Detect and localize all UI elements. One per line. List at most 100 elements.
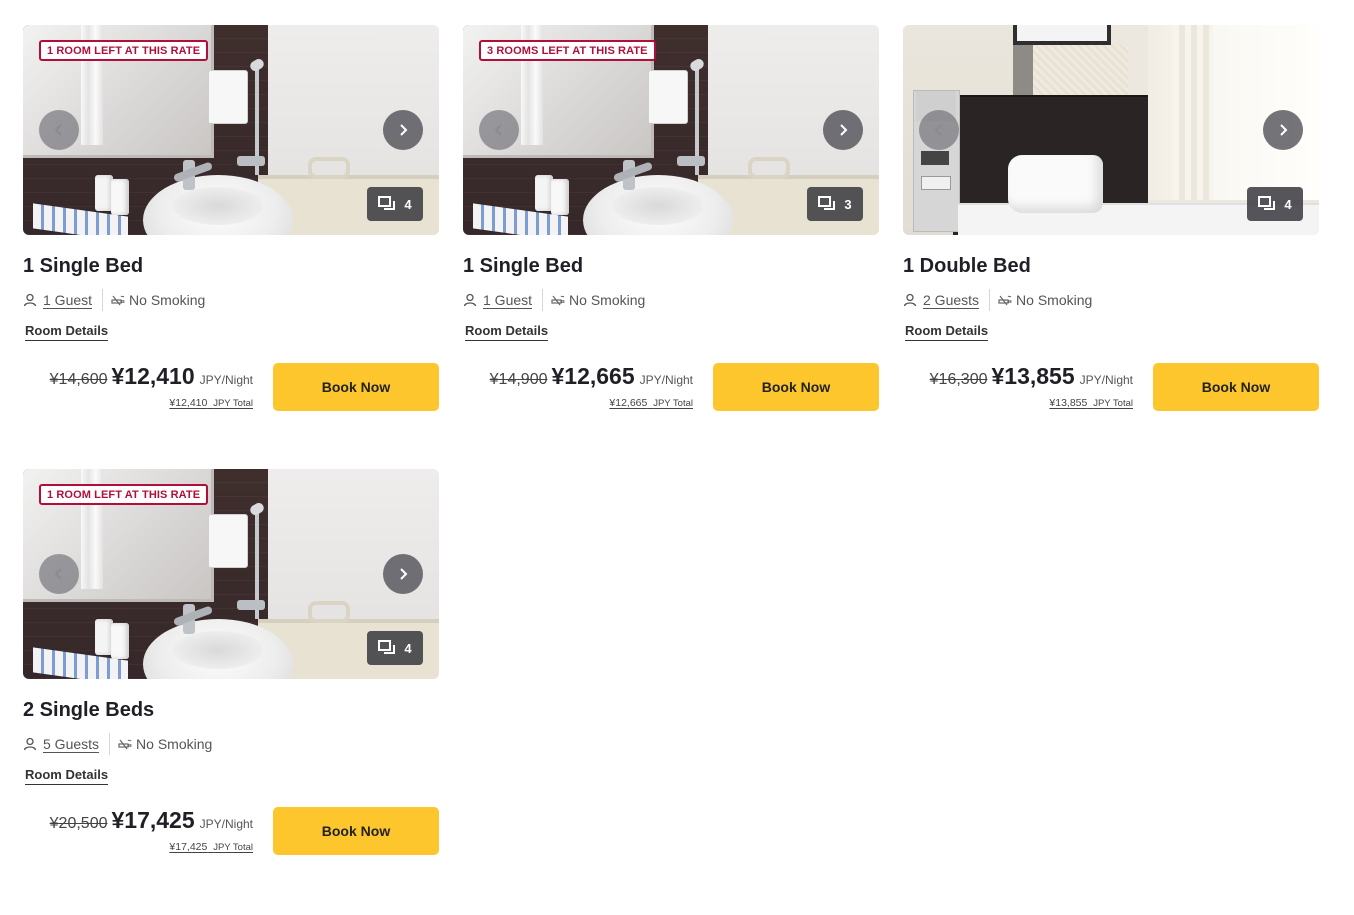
photo-gallery-icon <box>378 196 396 210</box>
chevron-right-icon <box>400 124 408 136</box>
room-photo[interactable]: 4 <box>903 25 1319 235</box>
book-now-button[interactable]: Book Now <box>1153 363 1319 411</box>
price-row: ¥16,300 ¥13,855 JPY/Night ¥13,855 JPY To… <box>903 363 1319 413</box>
chevron-left-icon <box>54 568 62 580</box>
room-card: 1 ROOM LEFT AT THIS RATE 4 1 Single Bed … <box>23 25 439 413</box>
photo-count-button[interactable]: 4 <box>367 187 423 221</box>
room-card: 4 1 Double Bed 2 Guests No Smoking Room … <box>903 25 1319 413</box>
chevron-right-icon <box>1280 124 1288 136</box>
current-price: ¥17,425 <box>111 807 195 833</box>
original-price: ¥16,300 <box>929 371 988 388</box>
next-photo-button[interactable] <box>383 110 423 150</box>
photo-gallery-icon <box>1258 196 1276 210</box>
price-box: ¥16,300 ¥13,855 JPY/Night ¥13,855 JPY To… <box>930 363 1133 409</box>
room-details-link[interactable]: Room Details <box>905 323 989 341</box>
price-unit: JPY/Night <box>1079 373 1133 387</box>
room-photo[interactable]: 1 ROOM LEFT AT THIS RATE 4 <box>23 25 439 235</box>
total-price-link[interactable]: ¥13,855 JPY Total <box>930 397 1133 409</box>
meta-divider <box>989 289 991 311</box>
total-amount: ¥12,665 <box>609 397 648 409</box>
chevron-left-icon <box>494 124 502 136</box>
person-icon <box>23 293 37 307</box>
smoking-policy: No Smoking <box>136 736 213 752</box>
no-smoking-icon <box>111 295 125 306</box>
next-photo-button[interactable] <box>383 554 423 594</box>
meta-divider <box>542 289 544 311</box>
chevron-left-icon <box>934 124 942 136</box>
room-title: 1 Single Bed <box>463 255 584 277</box>
total-label: JPY Total <box>213 398 253 409</box>
guest-count-link[interactable]: 2 Guests <box>923 292 979 308</box>
photo-count-button[interactable]: 4 <box>1247 187 1303 221</box>
room-meta: 1 Guest No Smoking <box>23 289 439 311</box>
total-price-link[interactable]: ¥12,665 JPY Total <box>490 397 693 409</box>
total-amount: ¥12,410 <box>169 397 208 409</box>
previous-photo-button[interactable] <box>919 110 959 150</box>
chevron-right-icon <box>400 568 408 580</box>
room-meta: 1 Guest No Smoking <box>463 289 879 311</box>
price-unit: JPY/Night <box>639 373 693 387</box>
current-price: ¥12,410 <box>111 363 195 389</box>
photo-count-button[interactable]: 3 <box>807 187 863 221</box>
total-price-link[interactable]: ¥12,410 JPY Total <box>50 397 253 409</box>
room-photo[interactable]: 3 ROOMS LEFT AT THIS RATE 3 <box>463 25 879 235</box>
price-unit: JPY/Night <box>199 373 253 387</box>
price-box: ¥20,500 ¥17,425 JPY/Night ¥17,425 JPY To… <box>50 807 253 853</box>
photo-count: 4 <box>1284 196 1292 212</box>
guest-count-link[interactable]: 5 Guests <box>43 736 99 752</box>
smoking-policy: No Smoking <box>569 292 646 308</box>
price-row: ¥14,600 ¥12,410 JPY/Night ¥12,410 JPY To… <box>23 363 439 413</box>
price-box: ¥14,600 ¥12,410 JPY/Night ¥12,410 JPY To… <box>50 363 253 409</box>
room-photo[interactable]: 1 ROOM LEFT AT THIS RATE 4 <box>23 469 439 679</box>
original-price: ¥20,500 <box>49 815 108 832</box>
price-row: ¥14,900 ¥12,665 JPY/Night ¥12,665 JPY To… <box>463 363 879 413</box>
price-box: ¥14,900 ¥12,665 JPY/Night ¥12,665 JPY To… <box>490 363 693 409</box>
photo-gallery-icon <box>818 196 836 210</box>
room-details-link[interactable]: Room Details <box>25 767 109 785</box>
book-now-button[interactable]: Book Now <box>273 807 439 855</box>
room-details-link[interactable]: Room Details <box>25 323 109 341</box>
previous-photo-button[interactable] <box>479 110 519 150</box>
book-now-button[interactable]: Book Now <box>273 363 439 411</box>
person-icon <box>23 737 37 751</box>
total-label: JPY Total <box>1093 398 1133 409</box>
price-row: ¥20,500 ¥17,425 JPY/Night ¥17,425 JPY To… <box>23 807 439 857</box>
photo-gallery-icon <box>378 640 396 654</box>
smoking-policy: No Smoking <box>129 292 206 308</box>
original-price: ¥14,900 <box>489 371 548 388</box>
guest-count-link[interactable]: 1 Guest <box>43 292 92 308</box>
no-smoking-icon <box>998 295 1012 306</box>
meta-divider <box>109 733 111 755</box>
room-card: 3 ROOMS LEFT AT THIS RATE 3 1 Single Bed… <box>463 25 879 413</box>
availability-badge: 1 ROOM LEFT AT THIS RATE <box>39 484 209 505</box>
no-smoking-icon <box>118 739 132 750</box>
availability-badge: 3 ROOMS LEFT AT THIS RATE <box>479 40 656 61</box>
person-icon <box>463 293 477 307</box>
room-title: 2 Single Beds <box>23 699 155 721</box>
room-card: 1 ROOM LEFT AT THIS RATE 4 2 Single Beds… <box>23 469 439 857</box>
next-photo-button[interactable] <box>1263 110 1303 150</box>
availability-badge: 1 ROOM LEFT AT THIS RATE <box>39 40 209 61</box>
room-meta: 2 Guests No Smoking <box>903 289 1319 311</box>
chevron-right-icon <box>840 124 848 136</box>
photo-count: 4 <box>404 640 412 656</box>
price-unit: JPY/Night <box>199 817 253 831</box>
no-smoking-icon <box>551 295 565 306</box>
previous-photo-button[interactable] <box>39 110 79 150</box>
room-details-link[interactable]: Room Details <box>465 323 549 341</box>
total-amount: ¥17,425 <box>169 841 208 853</box>
photo-count: 3 <box>844 196 852 212</box>
room-title: 1 Single Bed <box>23 255 144 277</box>
book-now-button[interactable]: Book Now <box>713 363 879 411</box>
smoking-policy: No Smoking <box>1016 292 1093 308</box>
room-meta: 5 Guests No Smoking <box>23 733 439 755</box>
current-price: ¥13,855 <box>991 363 1075 389</box>
total-amount: ¥13,855 <box>1049 397 1088 409</box>
total-price-link[interactable]: ¥17,425 JPY Total <box>50 841 253 853</box>
next-photo-button[interactable] <box>823 110 863 150</box>
guest-count-link[interactable]: 1 Guest <box>483 292 532 308</box>
previous-photo-button[interactable] <box>39 554 79 594</box>
person-icon <box>903 293 917 307</box>
total-label: JPY Total <box>213 842 253 853</box>
photo-count-button[interactable]: 4 <box>367 631 423 665</box>
